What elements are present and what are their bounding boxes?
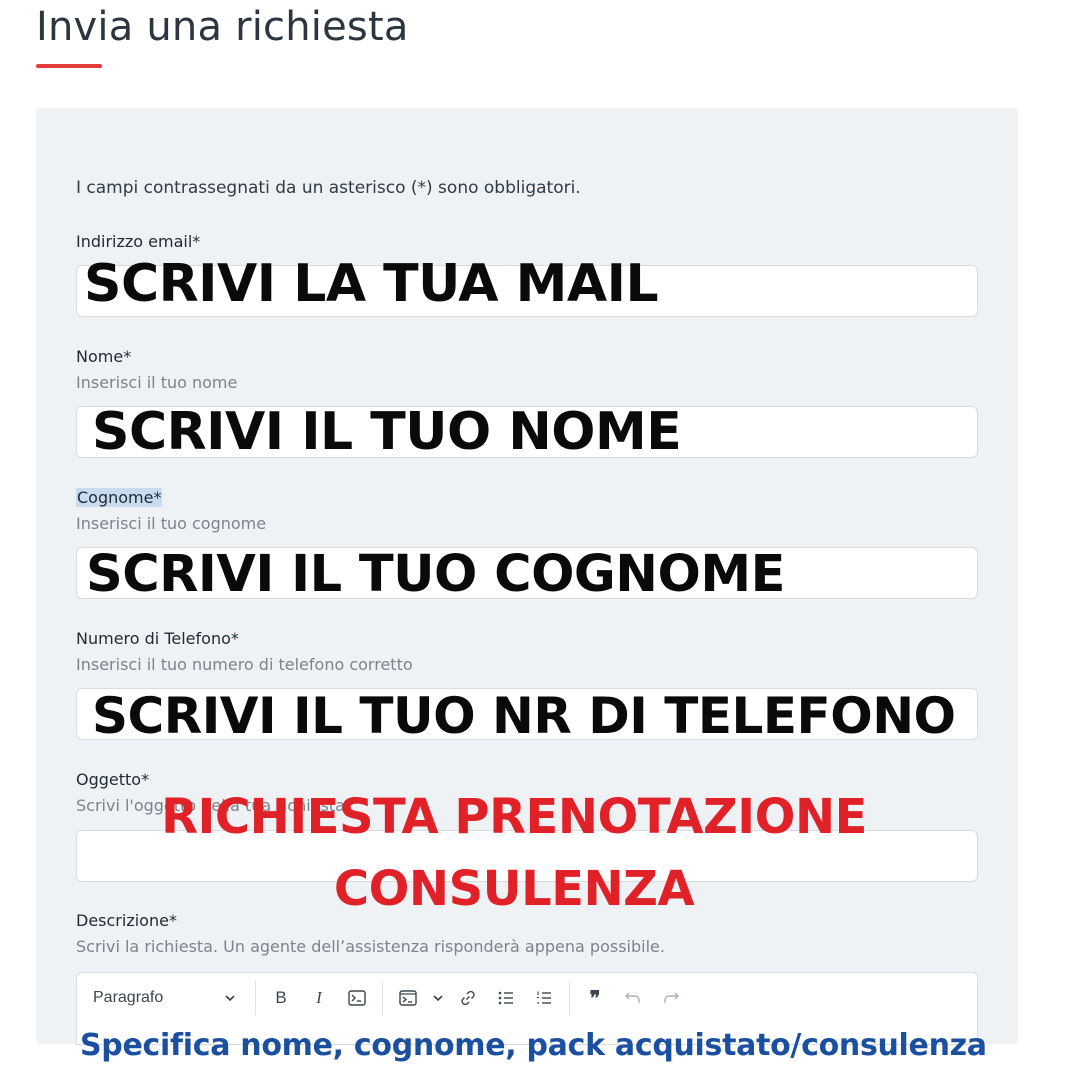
page-title: Invia una richiesta <box>36 4 409 50</box>
descrizione-help: Scrivi la richiesta. Un agente dell’assi… <box>76 937 665 956</box>
rich-text-toolbar: Paragrafo B I ❞ <box>76 972 978 1024</box>
code-icon[interactable] <box>338 973 376 1023</box>
telefono-label: Numero di Telefono* <box>76 629 239 648</box>
cognome-label: Cognome* <box>76 488 163 507</box>
oggetto-label: Oggetto* <box>76 770 150 789</box>
cognome-help: Inserisci il tuo cognome <box>76 514 267 533</box>
toolbar-divider <box>382 981 383 1015</box>
nome-label: Nome* <box>76 347 132 366</box>
descrizione-instruction-overlay: Specifica nome, cognome, pack acquistato… <box>80 1028 987 1063</box>
chevron-down-icon[interactable] <box>427 973 449 1023</box>
redo-icon[interactable] <box>652 973 690 1023</box>
oggetto-instruction-line2: CONSULENZA <box>333 861 695 917</box>
email-instruction-overlay: SCRIVI LA TUA MAIL <box>84 254 659 314</box>
cognome-label-text: Cognome* <box>76 488 163 507</box>
italic-icon[interactable]: I <box>300 973 338 1023</box>
email-label: Indirizzo email* <box>76 232 201 251</box>
title-underline <box>36 64 102 68</box>
bold-icon[interactable]: B <box>262 973 300 1023</box>
paragraph-style-select[interactable]: Paragrafo <box>77 973 249 1023</box>
toolbar-divider <box>569 981 570 1015</box>
nome-instruction-overlay: SCRIVI IL TUO NOME <box>92 402 682 462</box>
nome-help: Inserisci il tuo nome <box>76 373 238 392</box>
chevron-down-icon <box>225 989 235 1007</box>
cognome-instruction-overlay: SCRIVI IL TUO COGNOME <box>86 545 785 604</box>
bullet-list-icon[interactable] <box>487 973 525 1023</box>
blockquote-icon[interactable]: ❞ <box>576 973 614 1023</box>
telefono-instruction-overlay: SCRIVI IL TUO NR DI TELEFONO <box>92 687 956 745</box>
oggetto-instruction-line1: RICHIESTA PRENOTAZIONE <box>161 789 867 845</box>
numbered-list-icon[interactable] <box>525 973 563 1023</box>
paragraph-style-label: Paragrafo <box>93 989 164 1006</box>
undo-icon[interactable] <box>614 973 652 1023</box>
link-icon[interactable] <box>449 973 487 1023</box>
required-fields-note: I campi contrassegnati da un asterisco (… <box>76 178 581 198</box>
toolbar-divider <box>255 981 256 1015</box>
telefono-help: Inserisci il tuo numero di telefono corr… <box>76 655 413 674</box>
code-block-icon[interactable] <box>389 973 427 1023</box>
